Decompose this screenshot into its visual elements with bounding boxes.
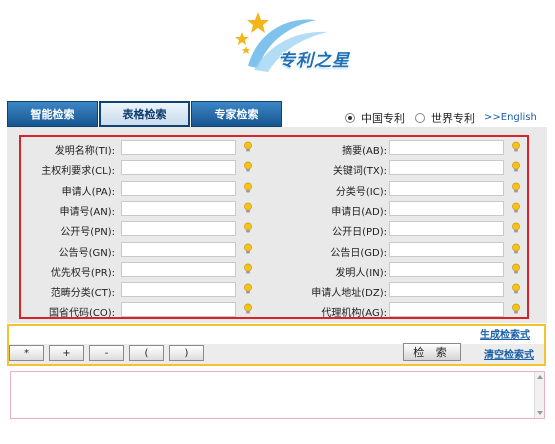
field-label: 关键词(TX): xyxy=(332,166,387,178)
field-input[interactable] xyxy=(389,282,504,298)
lightbulb-icon[interactable] xyxy=(243,303,253,315)
field-input[interactable] xyxy=(121,261,236,277)
scrollbar[interactable] xyxy=(534,372,544,418)
lightbulb-icon[interactable] xyxy=(511,202,521,214)
tab-expert-search[interactable]: 专家检索 xyxy=(191,101,282,127)
scroll-down-icon[interactable] xyxy=(537,411,543,415)
search-form: 发明名称(TI): 摘要(AB): 主权利要求(CL): 关键词(TX): 申请人(PA… xyxy=(19,135,529,319)
radio-china-patent[interactable]: 中国专利 xyxy=(345,110,405,126)
lightbulb-icon[interactable] xyxy=(511,283,521,295)
field-input[interactable] xyxy=(389,302,504,318)
field-label: 申请人(PA): xyxy=(61,186,115,198)
lightbulb-icon[interactable] xyxy=(243,243,253,255)
lightbulb-icon[interactable] xyxy=(511,161,521,173)
lightbulb-icon[interactable] xyxy=(511,141,521,153)
form-row: 主权利要求(CL): 关键词(TX): xyxy=(21,159,527,179)
field-input[interactable] xyxy=(121,282,236,298)
lightbulb-icon[interactable] xyxy=(511,263,521,275)
generate-expression-link[interactable]: 生成检索式 xyxy=(480,326,530,341)
lightbulb-icon[interactable] xyxy=(243,263,253,275)
tab-smart-search[interactable]: 智能检索 xyxy=(7,101,98,127)
search-button[interactable]: 检 索 xyxy=(403,343,461,361)
form-row: 申请号(AN): 申请日(AD): xyxy=(21,200,527,220)
field-label: 国省代码(CO): xyxy=(48,308,115,320)
field-input[interactable] xyxy=(389,261,504,277)
field-label: 申请人地址(DZ): xyxy=(311,288,387,300)
expression-textarea[interactable] xyxy=(10,371,545,419)
form-row: 优先权号(PR): 发明人(IN): xyxy=(21,261,527,281)
radio-label: 世界专利 xyxy=(431,112,475,125)
form-row: 范畴分类(CT): 申请人地址(DZ): xyxy=(21,281,527,301)
field-label: 申请号(AN): xyxy=(59,206,116,218)
field-label: 公开日(PD): xyxy=(332,227,387,239)
search-tabs: 智能检索 表格检索 专家检索 xyxy=(7,101,283,127)
search-form-area: 发明名称(TI): 摘要(AB): 主权利要求(CL): 关键词(TX): 申请人(PA… xyxy=(7,127,547,323)
field-label: 范畴分类(CT): xyxy=(50,288,115,300)
lightbulb-icon[interactable] xyxy=(511,303,521,315)
field-label: 发明人(IN): xyxy=(335,267,387,279)
field-input[interactable] xyxy=(121,221,236,237)
field-input[interactable] xyxy=(389,140,504,155)
lightbulb-icon[interactable] xyxy=(243,182,253,194)
form-row: 公开号(PN): 公开日(PD): xyxy=(21,220,527,240)
field-input[interactable] xyxy=(121,200,236,216)
field-input[interactable] xyxy=(389,180,504,196)
radio-label: 中国专利 xyxy=(361,112,405,125)
logo: 专利之星 xyxy=(228,6,358,76)
field-label: 代理机构(AG): xyxy=(321,308,387,320)
lightbulb-icon[interactable] xyxy=(243,222,253,234)
radio-dot[interactable] xyxy=(415,113,425,123)
field-label: 主权利要求(CL): xyxy=(41,166,115,178)
field-input[interactable] xyxy=(389,200,504,216)
database-selector: 中国专利 世界专利 xyxy=(345,110,485,126)
lightbulb-icon[interactable] xyxy=(511,222,521,234)
operator-or-button[interactable]: + xyxy=(49,345,84,361)
field-input[interactable] xyxy=(121,302,236,318)
field-input[interactable] xyxy=(389,160,504,176)
radio-world-patent[interactable]: 世界专利 xyxy=(415,110,475,126)
field-label: 摘要(AB): xyxy=(342,146,387,157)
open-paren-button[interactable]: ( xyxy=(129,345,164,361)
operator-bar: * + - ( ) 检 索 xyxy=(7,324,546,366)
field-input[interactable] xyxy=(389,221,504,237)
field-label: 发明名称(TI): xyxy=(54,146,115,157)
scroll-up-icon[interactable] xyxy=(537,375,543,379)
lightbulb-icon[interactable] xyxy=(511,243,521,255)
field-input[interactable] xyxy=(389,241,504,257)
form-row: 发明名称(TI): 摘要(AB): xyxy=(21,139,527,159)
field-input[interactable] xyxy=(121,160,236,176)
english-link[interactable]: >>English xyxy=(484,112,537,123)
field-label: 分类号(IC): xyxy=(335,186,387,198)
lightbulb-icon[interactable] xyxy=(511,182,521,194)
lightbulb-icon[interactable] xyxy=(243,161,253,173)
lightbulb-icon[interactable] xyxy=(243,141,253,153)
field-label: 公开号(PN): xyxy=(60,227,115,239)
tab-table-search[interactable]: 表格检索 xyxy=(99,101,190,127)
field-label: 申请日(AD): xyxy=(331,206,387,218)
close-paren-button[interactable]: ) xyxy=(169,345,204,361)
field-label: 公告号(GN): xyxy=(58,247,115,259)
clear-expression-link[interactable]: 清空检索式 xyxy=(484,346,534,361)
lightbulb-icon[interactable] xyxy=(243,283,253,295)
radio-dot-checked[interactable] xyxy=(345,113,355,123)
logo-title: 专利之星 xyxy=(278,51,350,71)
field-input[interactable] xyxy=(121,241,236,257)
form-row: 申请人(PA): 分类号(IC): xyxy=(21,180,527,200)
field-input[interactable] xyxy=(121,140,236,155)
field-label: 优先权号(PR): xyxy=(50,267,115,279)
operator-not-button[interactable]: - xyxy=(89,345,124,361)
field-input[interactable] xyxy=(121,180,236,196)
form-row: 国省代码(CO): 代理机构(AG): xyxy=(21,301,527,321)
field-label: 公告日(GD): xyxy=(330,247,387,259)
form-row: 公告号(GN): 公告日(GD): xyxy=(21,241,527,261)
operator-and-button[interactable]: * xyxy=(9,345,44,361)
lightbulb-icon[interactable] xyxy=(243,202,253,214)
